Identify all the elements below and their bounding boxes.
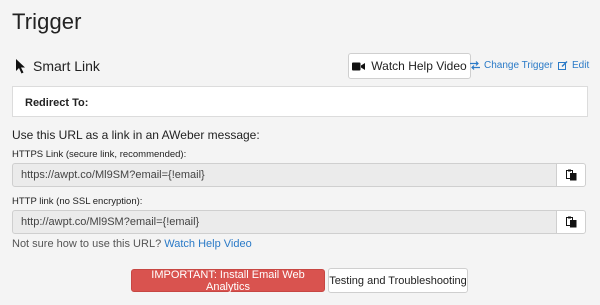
trigger-page: Trigger Smart Link Watch Help Video Chan… (0, 0, 600, 305)
redirect-panel: Redirect To: (12, 86, 588, 117)
testing-troubleshooting-button[interactable]: Testing and Troubleshooting (328, 268, 468, 293)
video-camera-icon (352, 62, 366, 70)
watch-help-video-label: Watch Help Video (371, 59, 467, 73)
edit-label: Edit (572, 60, 590, 71)
https-link-label: HTTPS Link (secure link, recommended): (12, 149, 187, 160)
redirect-to-label: Redirect To: (25, 97, 89, 109)
page-title: Trigger (12, 9, 82, 34)
url-instruction: Use this URL as a link in an AWeber mess… (12, 128, 260, 142)
cursor-arrow-icon (16, 59, 25, 74)
http-link-label: HTTP link (no SSL encryption): (12, 196, 143, 207)
copy-http-button[interactable] (556, 210, 586, 234)
help-question-text: Not sure how to use this URL? (12, 238, 162, 250)
https-link-field[interactable]: https://awpt.co/Ml9SM?email={!email} (12, 163, 557, 187)
help-line: Not sure how to use this URL? Watch Help… (12, 238, 252, 250)
clipboard-copy-icon (565, 169, 576, 181)
change-trigger-link[interactable]: Change Trigger (470, 60, 553, 71)
http-link-field[interactable]: http://awpt.co/Ml9SM?email={!email} (12, 210, 557, 234)
clipboard-copy-icon (565, 216, 576, 228)
change-trigger-label: Change Trigger (484, 60, 553, 71)
trigger-type-label: Smart Link (33, 58, 100, 74)
swap-arrows-icon (470, 61, 480, 70)
copy-https-button[interactable] (556, 163, 586, 187)
trigger-header: Smart Link Watch Help Video Change Trigg… (12, 52, 589, 80)
edit-link[interactable]: Edit (558, 60, 589, 71)
pencil-edit-icon (558, 61, 568, 70)
install-analytics-button[interactable]: IMPORTANT: Install Email Web Analytics (131, 269, 325, 293)
watch-help-video-button[interactable]: Watch Help Video (348, 53, 471, 79)
watch-help-video-link[interactable]: Watch Help Video (164, 238, 251, 250)
